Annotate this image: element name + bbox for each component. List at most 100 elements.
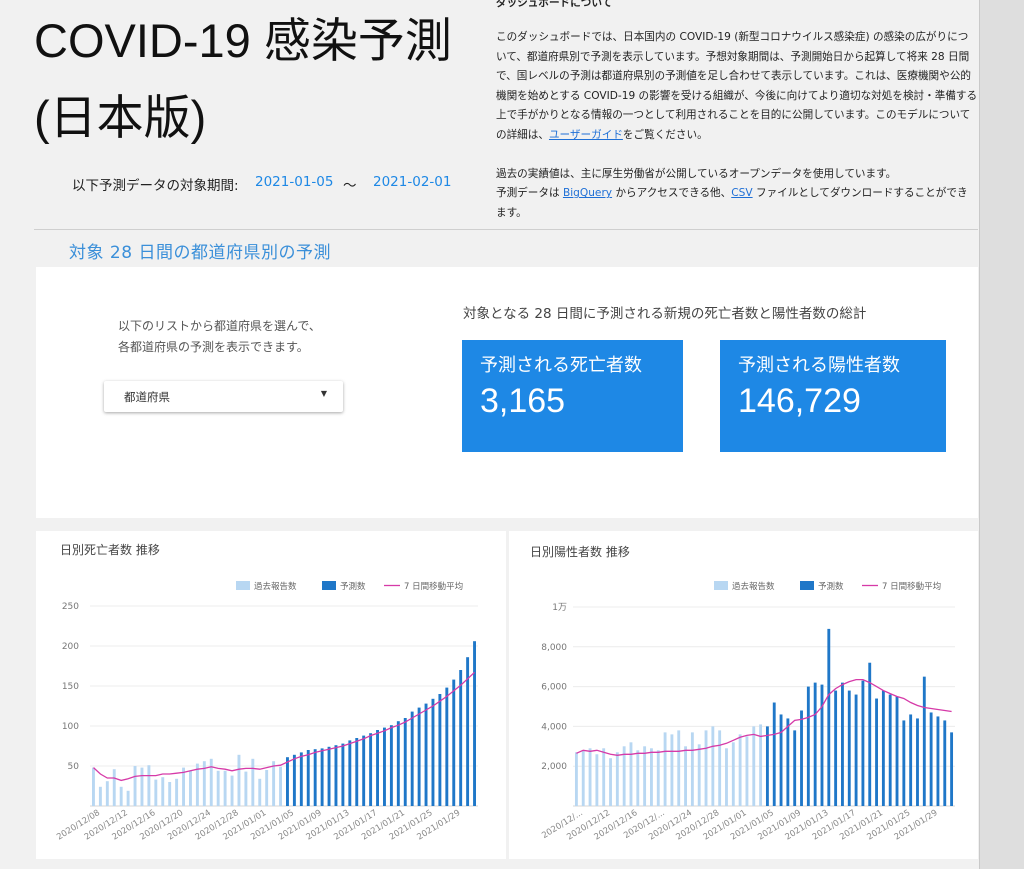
- past-report-bar: [670, 734, 674, 806]
- forecast-bar: [875, 698, 878, 806]
- forecast-bar: [922, 676, 926, 806]
- forecast-bar: [909, 714, 913, 806]
- legend-moving-average-label: 7 日間移動平均: [404, 581, 463, 592]
- forecast-bar: [888, 694, 892, 806]
- y-tick-label: 200: [62, 642, 79, 652]
- moving-average-line: [576, 678, 952, 756]
- y-tick-label: 4,000: [541, 722, 567, 732]
- instruction-line-2: 各都道府県の予測を表示できます。: [118, 340, 309, 354]
- past-report-bar: [636, 750, 640, 806]
- past-report-bar: [258, 778, 262, 806]
- prefecture-dropdown[interactable]: 都道府県 ▼: [104, 381, 343, 412]
- past-report-bar: [745, 736, 749, 806]
- past-report-bar: [663, 732, 667, 806]
- legend-past-label: 過去報告数: [732, 581, 775, 592]
- past-report-bar: [718, 730, 722, 806]
- daily-cases-chart: 2,0004,0006,0008,0001万2020/12/...2020/12…: [540, 581, 955, 843]
- csv-link[interactable]: CSV: [731, 187, 752, 199]
- cases-chart-title: 日別陽性者数 推移: [530, 545, 630, 559]
- forecast-period: 以下予測データの対象期間: 2021-01-05 〜 2021-02-01: [72, 174, 451, 194]
- forecast-bar: [806, 686, 810, 806]
- forecast-bar: [306, 750, 310, 806]
- past-report-bar: [279, 766, 282, 806]
- period-separator: 〜: [343, 178, 357, 194]
- predicted-deaths-card: 予測される死亡者数 3,165: [462, 340, 683, 452]
- forecast-bar: [841, 682, 844, 806]
- forecast-bar: [334, 745, 338, 806]
- predicted-deaths-value: 3,165: [480, 382, 566, 420]
- past-report-bar: [98, 786, 102, 806]
- about-dashboard: ダッシュボードについて このダッシュボードでは、日本国内の COVID-19 (…: [496, 0, 978, 242]
- daily-deaths-chart: 501001502002502020/12/082020/12/122020/1…: [55, 581, 478, 843]
- past-report-bar: [690, 732, 694, 806]
- forecast-bar: [868, 662, 872, 806]
- about-text: 過去の実績値は、主に厚生労働省が公開しているオープンデータを使用しています。: [496, 167, 897, 180]
- y-tick-label: 2,000: [541, 762, 567, 772]
- forecast-bar: [313, 749, 317, 806]
- about-title: ダッシュボードについて: [496, 0, 613, 9]
- forecast-bar: [286, 757, 289, 806]
- legend-forecast-label: 予測数: [340, 581, 366, 592]
- past-report-bar: [230, 775, 234, 806]
- y-tick-label: 100: [62, 722, 79, 732]
- past-report-bar: [119, 786, 123, 806]
- header-divider: [34, 229, 978, 230]
- deaths-chart-title: 日別死亡者数 推移: [60, 543, 160, 557]
- past-report-bar: [168, 782, 172, 806]
- past-report-bar: [731, 742, 735, 806]
- chart-legend: 過去報告数 予測数 7 日間移動平均: [236, 581, 463, 592]
- past-report-bar: [133, 766, 137, 806]
- forecast-bar: [854, 694, 858, 806]
- legend-past-label: 過去報告数: [254, 581, 297, 592]
- past-report-bar: [189, 770, 192, 806]
- past-report-bar: [272, 761, 276, 806]
- forecast-bar: [834, 690, 838, 806]
- past-report-bar: [154, 779, 158, 806]
- past-report-bar: [574, 752, 578, 806]
- forecast-bar: [403, 718, 407, 806]
- past-report-bar: [237, 754, 241, 806]
- chart-legend: 過去報告数 予測数 7 日間移動平均: [714, 581, 941, 592]
- forecast-bar: [813, 682, 817, 806]
- page-title: COVID-19 感染予測 (日本版): [34, 2, 474, 156]
- forecast-bar: [902, 720, 906, 806]
- past-report-bar: [126, 790, 130, 806]
- past-report-bar: [140, 767, 144, 806]
- legend-past-swatch: [236, 581, 250, 590]
- forecast-bar: [355, 738, 359, 806]
- forecast-bar: [438, 694, 442, 806]
- forecast-bar: [424, 703, 428, 806]
- past-report-bar: [738, 734, 742, 806]
- forecast-bar: [936, 716, 940, 806]
- forecast-bar: [820, 684, 824, 806]
- forecast-bar: [895, 696, 899, 806]
- user-guide-link[interactable]: ユーザーガイド: [549, 129, 623, 141]
- about-text: このダッシュボードでは、日本国内の COVID-19 (新型コロナウイルス感染症…: [496, 31, 978, 141]
- y-tick-label: 6,000: [541, 683, 567, 693]
- past-report-bar: [725, 748, 728, 806]
- bigquery-link[interactable]: BigQuery: [563, 187, 612, 199]
- forecast-bar: [299, 752, 303, 806]
- past-report-bar: [602, 748, 606, 806]
- past-report-bar: [581, 750, 585, 806]
- forecast-bar: [881, 690, 885, 806]
- past-report-bar: [697, 744, 701, 806]
- past-report-bar: [251, 758, 255, 806]
- totals-title: 対象となる 28 日間に予測される新規の死亡者数と陽性者数の総計: [463, 306, 867, 322]
- past-report-bar: [588, 748, 592, 806]
- predicted-cases-label: 予測される陽性者数: [738, 355, 900, 376]
- predicted-cases-value: 146,729: [738, 382, 861, 420]
- about-text: からアクセスできる他、: [612, 187, 732, 200]
- forecast-bar: [417, 707, 421, 806]
- forecast-bar: [376, 730, 379, 806]
- forecast-bar: [847, 690, 851, 806]
- past-report-bar: [609, 758, 612, 806]
- y-tick-label: 250: [62, 602, 79, 612]
- forecast-bar: [362, 735, 366, 806]
- forecast-bar: [396, 721, 400, 806]
- about-paragraph-1: このダッシュボードでは、日本国内の COVID-19 (新型コロナウイルス感染症…: [496, 28, 978, 146]
- legend-forecast-swatch: [800, 581, 814, 590]
- past-report-bar: [161, 777, 165, 806]
- legend-forecast-swatch: [322, 581, 336, 590]
- forecast-bar: [327, 746, 331, 806]
